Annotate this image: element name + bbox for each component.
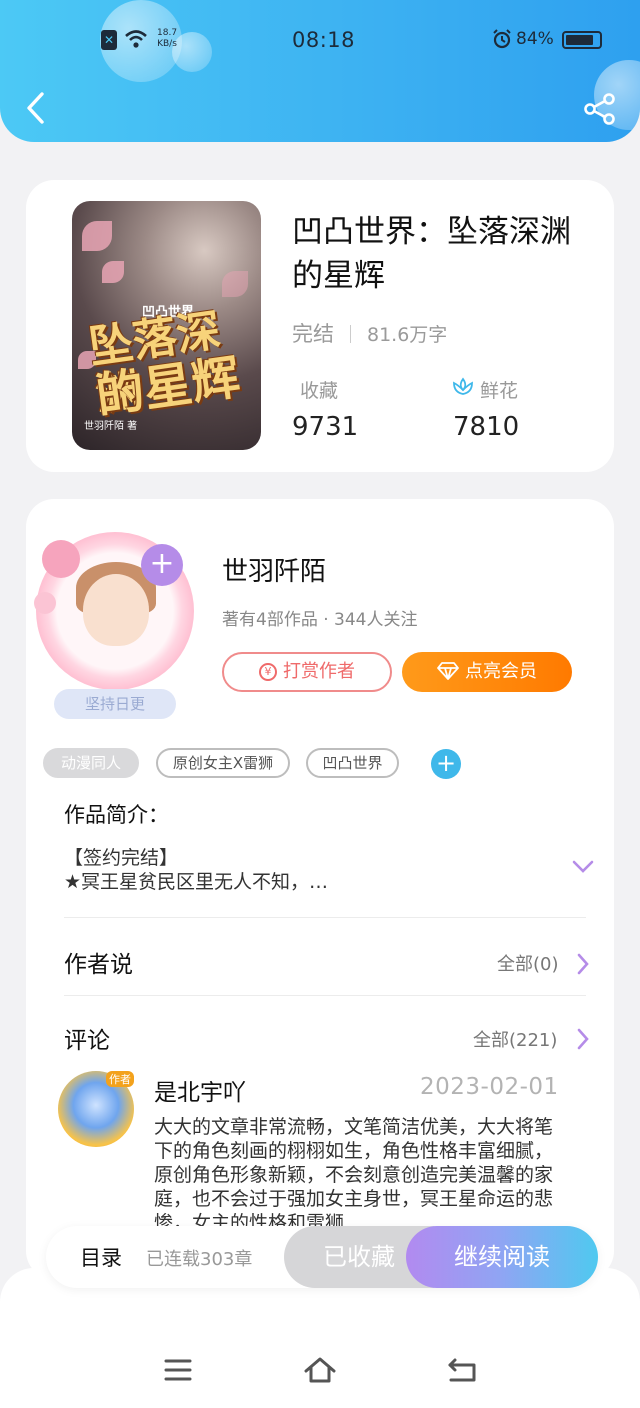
home-icon[interactable] — [303, 1354, 337, 1386]
commenter-avatar[interactable]: 作者 — [58, 1071, 134, 1147]
continue-reading-button[interactable]: 继续阅读 — [406, 1226, 598, 1288]
tag-item[interactable]: 凹凸世界 — [306, 748, 399, 778]
book-title: 凹凸世界：坠落深渊的星辉 — [292, 214, 571, 294]
author-says-more-link[interactable]: 全部(0) — [497, 950, 559, 976]
chapter-count: 已连载303章 — [146, 1249, 253, 1270]
divider — [64, 995, 586, 996]
intro-heading: 作品简介： — [64, 803, 169, 827]
share-icon[interactable] — [583, 92, 617, 126]
wifi-icon — [125, 30, 147, 48]
follow-author-button[interactable]: + — [141, 544, 183, 586]
commenter-name[interactable]: 是北宇吖 — [154, 1073, 246, 1107]
battery-percent: 84% — [516, 29, 554, 49]
cover-petal — [102, 261, 124, 283]
top-header: ✕ 18.7 KB/s 08:18 84% — [0, 0, 640, 142]
speed-value: 18.7 — [157, 28, 178, 38]
comments-heading: 评论 — [64, 1028, 110, 1054]
vip-button[interactable]: 点亮会员 — [402, 652, 572, 692]
intro-line: ★冥王星贫民区里无人不知，… — [64, 871, 329, 893]
book-status: 完结 — [292, 322, 334, 346]
chevron-right-icon[interactable] — [576, 953, 590, 975]
reward-author-button[interactable]: ¥ 打赏作者 — [222, 652, 392, 692]
alarm-icon — [493, 29, 511, 49]
cover-author: 世羽阡陌 著 — [84, 421, 138, 432]
book-cover[interactable]: 凹凸世界 坠落深渊 的星辉 世羽阡陌 著 — [72, 201, 261, 450]
reward-label: 打赏作者 — [283, 661, 355, 682]
flower-icon — [453, 377, 473, 395]
add-tag-button[interactable]: + — [431, 749, 461, 779]
cover-petal — [82, 221, 112, 251]
author-card: + 坚持日更 世羽阡陌 著有4部作品 · 344人关注 ¥ 打赏作者 点亮会员 动… — [26, 499, 614, 1279]
favorites-count: 9731 — [292, 412, 359, 442]
toc-button[interactable]: 目录 — [80, 1242, 122, 1272]
menu-icon[interactable] — [161, 1354, 195, 1386]
daily-update-badge: 坚持日更 — [54, 689, 176, 719]
diamond-icon — [437, 662, 459, 680]
favorites-label: 收藏 — [300, 380, 339, 402]
avatar-face — [83, 574, 149, 646]
tag-item[interactable]: 动漫同人 — [43, 748, 139, 778]
tag-item[interactable]: 原创女主X雷狮 — [156, 748, 290, 778]
comments-more-link[interactable]: 全部(221) — [473, 1026, 557, 1052]
chevron-right-icon[interactable] — [576, 1028, 590, 1050]
author-meta: 著有4部作品 · 344人关注 — [222, 610, 418, 630]
cover-petal — [222, 271, 248, 297]
action-bar: 目录 已连载303章 已收藏 继续阅读 — [46, 1226, 598, 1288]
flowers-count: 7810 — [453, 412, 520, 442]
return-icon[interactable] — [445, 1354, 479, 1386]
author-name[interactable]: 世羽阡陌 — [222, 551, 326, 588]
avatar-flower — [34, 592, 56, 614]
intro-line: 【签约完结】 — [64, 847, 179, 869]
avatar-flower — [42, 540, 80, 578]
back-icon[interactable] — [22, 90, 50, 126]
network-speed: 18.7 KB/s — [157, 28, 177, 50]
battery-icon — [562, 31, 602, 49]
bottom-panel — [0, 1268, 640, 1408]
comment-text[interactable]: 大大的文章非常流畅，文笔简洁优美，大大将笔下的角色刻画的栩栩如生，角色性格丰富细… — [154, 1115, 558, 1231]
clock: 08:18 — [292, 28, 356, 52]
author-says-heading: 作者说 — [64, 952, 133, 978]
meta-divider — [350, 325, 351, 343]
sim-icon: ✕ — [101, 30, 117, 50]
speed-unit: KB/s — [157, 39, 177, 49]
book-meta: 完结 81.6万字 — [292, 318, 447, 348]
divider — [64, 917, 586, 918]
book-info-card: 凹凸世界 坠落深渊 的星辉 世羽阡陌 著 凹凸世界：坠落深渊的星辉 完结 81.6… — [26, 180, 614, 472]
word-count: 81.6万字 — [367, 324, 448, 346]
status-bar: ✕ 18.7 KB/s 08:18 84% — [0, 22, 640, 58]
coin-icon: ¥ — [259, 663, 277, 681]
comment-date: 2023-02-01 — [420, 1074, 559, 1100]
vip-label: 点亮会员 — [465, 661, 537, 682]
chevron-down-icon[interactable] — [572, 859, 594, 875]
flowers-label: 鲜花 — [480, 380, 519, 402]
author-badge: 作者 — [106, 1071, 134, 1087]
